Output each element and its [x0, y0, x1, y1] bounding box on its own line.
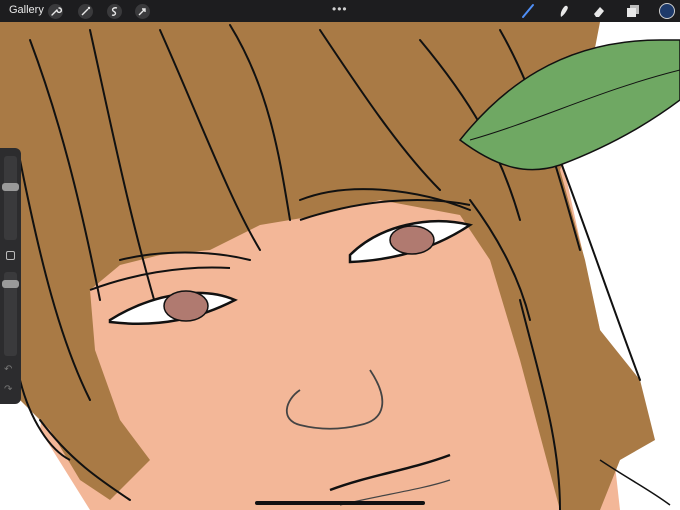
selection-icon[interactable] — [107, 4, 122, 19]
transform-arrow-icon[interactable] — [135, 4, 150, 19]
top-toolbar: Gallery ••• — [0, 0, 680, 22]
more-options-dots[interactable]: ••• — [332, 2, 348, 16]
gallery-button[interactable]: Gallery — [9, 4, 44, 16]
modify-button[interactable] — [6, 251, 15, 260]
smudge-icon[interactable] — [556, 3, 572, 19]
eraser-icon[interactable] — [591, 3, 607, 19]
actions-wrench-icon[interactable] — [48, 4, 63, 19]
layers-icon[interactable] — [625, 3, 641, 19]
redo-icon[interactable]: ↷ — [4, 384, 12, 395]
drawing-canvas[interactable] — [0, 0, 680, 510]
side-slider-panel: ↶ ↷ — [0, 148, 21, 404]
home-indicator[interactable] — [255, 501, 425, 505]
brush-icon[interactable] — [520, 3, 536, 19]
opacity-slider[interactable] — [2, 272, 19, 356]
opacity-thumb[interactable] — [2, 280, 19, 288]
brush-size-thumb[interactable] — [2, 183, 19, 191]
undo-icon[interactable]: ↶ — [4, 364, 12, 375]
active-color-swatch[interactable] — [659, 3, 675, 19]
brush-size-slider[interactable] — [2, 156, 19, 240]
adjustments-wand-icon[interactable] — [78, 4, 93, 19]
